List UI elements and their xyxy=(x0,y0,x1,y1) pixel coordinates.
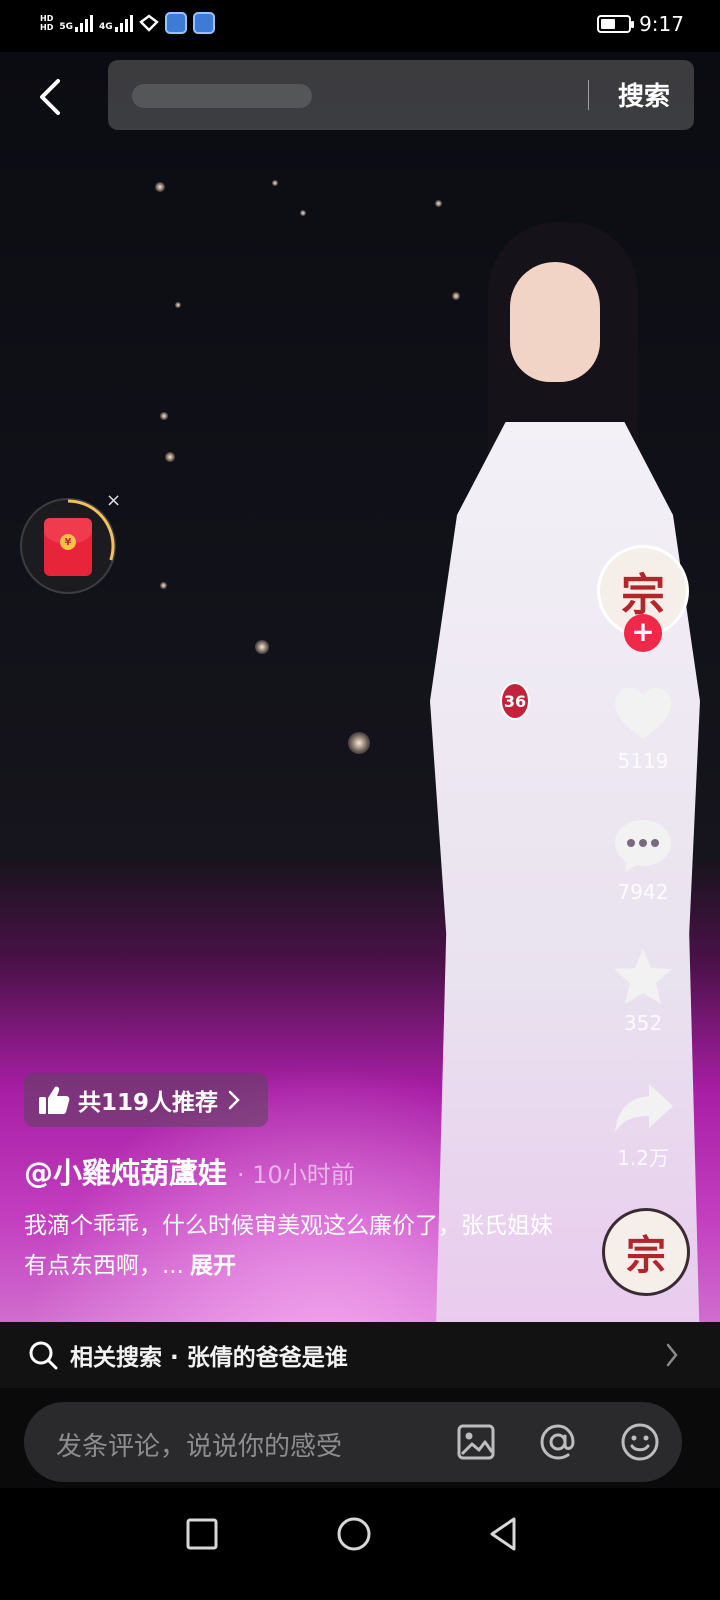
search-button[interactable]: 搜索 xyxy=(618,76,670,113)
author-name[interactable]: @小雞炖葫蘆娃 xyxy=(24,1150,227,1192)
comment-bar: 发条评论，说说你的感受 xyxy=(0,1388,720,1488)
battery-fill xyxy=(601,19,616,29)
music-disc-logo: 宗 xyxy=(626,1232,666,1279)
performer-figure: 36 xyxy=(430,222,700,1350)
heart-icon xyxy=(615,688,671,739)
search-icon xyxy=(29,1341,58,1370)
related-search-label: 相关搜索 · 张倩的爸爸是谁 xyxy=(70,1345,348,1371)
recommend-label: 共119人推荐 xyxy=(78,1090,219,1116)
comment-count: 7942 xyxy=(617,880,669,904)
share-button[interactable]: 1.2万 xyxy=(600,1076,686,1171)
expand-link[interactable]: 展开 xyxy=(190,1253,236,1279)
music-disc[interactable]: 宗 xyxy=(602,1208,690,1296)
battery-icon xyxy=(597,15,635,33)
performer-face xyxy=(510,262,600,382)
red-packet-widget[interactable]: ¥ xyxy=(20,498,116,594)
network-4g-label: 4G xyxy=(99,21,113,32)
post-caption[interactable]: 我滴个乖乖，什么时候审美观这么廉价了，张氏姐妹有点东西啊，... 展开 xyxy=(24,1206,564,1286)
image-icon[interactable] xyxy=(454,1420,498,1464)
clock: 9:17 xyxy=(639,12,684,36)
search-query-blurred xyxy=(132,84,312,108)
app-notification-icon xyxy=(192,12,215,34)
recommend-chip[interactable]: 共119人推荐 xyxy=(24,1073,268,1127)
search-divider xyxy=(588,80,589,110)
like-button[interactable]: 5119 xyxy=(600,683,686,773)
search-bar[interactable]: 搜索 xyxy=(108,60,694,130)
comment-button[interactable]: 7942 xyxy=(600,814,686,904)
hd-label-2: HD xyxy=(40,23,54,32)
like-count: 5119 xyxy=(617,749,669,773)
app-notification-icon xyxy=(164,12,187,34)
signal-5g: 5G xyxy=(59,14,93,32)
star-icon xyxy=(614,949,672,1004)
comment-input[interactable]: 发条评论，说说你的感受 xyxy=(24,1402,682,1482)
post-time: · 10小时前 xyxy=(237,1161,355,1189)
back-arrow-icon xyxy=(40,79,60,115)
signal-bars-icon xyxy=(114,14,133,32)
back-triangle-icon[interactable] xyxy=(480,1510,528,1558)
share-count: 1.2万 xyxy=(617,1146,669,1170)
caption-text: 我滴个乖乖，什么时候审美观这么廉价了，张氏姐妹有点东西啊，... xyxy=(24,1213,553,1279)
author-line: @小雞炖葫蘆娃 · 10小时前 xyxy=(24,1150,355,1192)
wifi-icon xyxy=(138,14,159,32)
follow-button[interactable]: + xyxy=(624,614,662,652)
signal-bars-icon xyxy=(75,14,93,32)
comment-placeholder: 发条评论，说说你的感受 xyxy=(56,1432,343,1462)
red-packet-close-button[interactable]: × xyxy=(106,490,121,511)
favorite-button[interactable]: 352 xyxy=(600,945,686,1035)
emoji-icon[interactable] xyxy=(618,1420,662,1464)
share-arrow-icon xyxy=(615,1084,673,1132)
comment-bubble-icon xyxy=(615,820,671,872)
contestant-number-badge: 36 xyxy=(500,682,530,720)
thumbs-up-icon xyxy=(39,1086,70,1114)
status-icons-right: 9:17 xyxy=(597,12,684,36)
status-icons-left: HD HD 5G 4G xyxy=(40,12,215,34)
red-envelope-icon: ¥ xyxy=(44,518,92,576)
system-nav-bar xyxy=(0,1488,720,1600)
back-button[interactable] xyxy=(30,72,70,122)
signal-4g: 4G xyxy=(99,14,133,32)
hd-label-1: HD xyxy=(40,14,54,23)
related-search-bar[interactable]: 相关搜索 · 张倩的爸爸是谁 xyxy=(0,1322,720,1388)
chevron-right-icon xyxy=(666,1343,678,1367)
home-icon[interactable] xyxy=(330,1510,378,1558)
favorite-count: 352 xyxy=(623,1011,663,1035)
coin-icon: ¥ xyxy=(60,534,76,550)
network-5g-label: 5G xyxy=(59,21,73,32)
chevron-right-icon xyxy=(228,1090,240,1110)
recent-apps-icon[interactable] xyxy=(178,1510,226,1558)
status-bar: HD HD 5G 4G 9:17 xyxy=(0,0,720,52)
mention-icon[interactable] xyxy=(536,1420,580,1464)
hd-indicator: HD HD xyxy=(40,14,53,32)
